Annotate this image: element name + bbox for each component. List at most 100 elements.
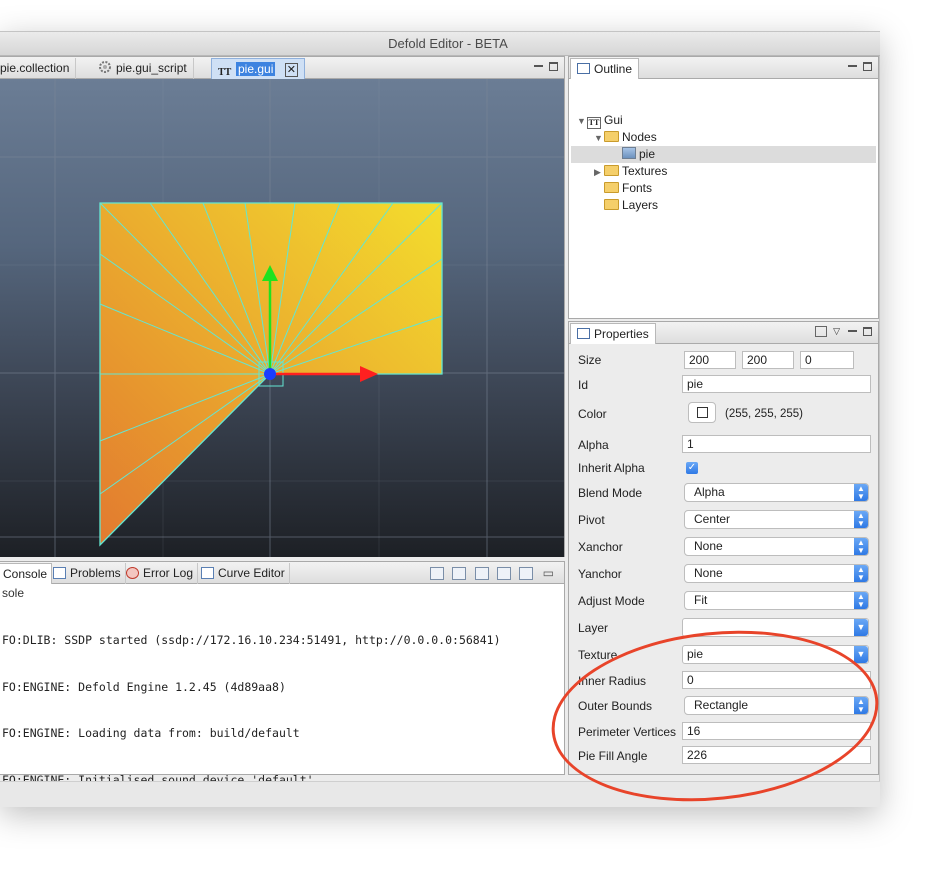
chevron-down-icon: ▼ [854, 646, 868, 663]
select-value: Fit [694, 593, 708, 607]
open-console-icon[interactable] [519, 567, 534, 581]
size-z-field[interactable]: 0 [800, 351, 854, 369]
console-title: sole [2, 586, 25, 600]
inherit-alpha-checkbox[interactable]: ✓ [686, 462, 698, 474]
maximize-icon[interactable] [863, 326, 872, 336]
expanded-icon[interactable]: ▼ [577, 113, 587, 130]
gear-icon [98, 60, 112, 74]
color-label: Color [578, 407, 607, 421]
updown-icon: ▲ ▼ [854, 511, 868, 528]
id-label: Id [578, 378, 589, 392]
pin-icon[interactable] [815, 325, 828, 337]
properties-window-buttons: ▽ [815, 325, 872, 337]
pivot-label: Pivot [578, 513, 605, 527]
minimize-icon[interactable] [848, 330, 857, 333]
minimize-icon[interactable] [848, 65, 857, 68]
inner-radius-label: Inner Radius [578, 674, 647, 688]
perimeter-vertices-field[interactable]: 16 [682, 722, 871, 740]
yanchor-label: Yanchor [578, 567, 622, 581]
title-bar: Defold Editor - BETA [0, 32, 880, 56]
texture-combo[interactable]: pie ▼ [682, 645, 869, 664]
select-value: Center [694, 512, 731, 526]
select-value: None [694, 539, 723, 553]
perimeter-vertices-label: Perimeter Vertices [578, 725, 677, 739]
tab-pie-collection[interactable]: pie.collection [0, 58, 77, 79]
expanded-icon[interactable]: ▼ [594, 130, 604, 147]
id-field[interactable]: pie [682, 375, 871, 393]
pivot-select[interactable]: Center ▲ ▼ [684, 510, 869, 529]
tab-problems[interactable]: Problems [49, 563, 126, 584]
updown-icon: ▲ ▼ [854, 565, 868, 582]
adjust-mode-label: Adjust Mode [578, 594, 645, 608]
console-toolbar: ▭ [425, 566, 554, 581]
adjust-mode-select[interactable]: Fit ▲ ▼ [684, 591, 869, 610]
tab-console[interactable]: Console [0, 563, 53, 584]
tree-item-gui[interactable]: ▼ TT Gui [577, 112, 623, 129]
pin-console-icon[interactable] [474, 567, 489, 581]
pivot-handle[interactable] [264, 368, 276, 380]
updown-icon: ▲ ▼ [854, 697, 868, 714]
view-menu-icon[interactable]: ▽ [833, 326, 844, 336]
tab-properties[interactable]: Properties [570, 323, 656, 344]
tab-label: Properties [594, 327, 649, 341]
xanchor-select[interactable]: None ▲ ▼ [684, 537, 869, 556]
layer-label: Layer [578, 621, 609, 635]
clear-console-icon[interactable] [429, 567, 444, 581]
tab-label: pie.gui_script [116, 61, 187, 75]
size-x-field[interactable]: 200 [684, 351, 736, 369]
tree-item-label: Fonts [622, 181, 653, 195]
tree-item-label: Textures [622, 164, 668, 178]
maximize-icon[interactable] [549, 61, 558, 71]
size-y-field[interactable]: 200 [742, 351, 794, 369]
editor-window-buttons [534, 60, 558, 72]
tab-label: Problems [70, 566, 121, 580]
tab-outline[interactable]: Outline [570, 58, 640, 79]
window-title: Defold Editor - BETA [388, 36, 508, 51]
layer-combo[interactable]: ▼ [682, 618, 869, 637]
xanchor-label: Xanchor [578, 540, 623, 554]
size-label: Size [578, 353, 602, 367]
tab-pie-gui-script[interactable]: pie.gui_script [92, 58, 194, 79]
updown-icon: ▲ ▼ [854, 484, 868, 501]
chevron-down-icon: ▼ [854, 619, 868, 636]
color-swatch [697, 407, 708, 418]
tab-label: pie.collection [0, 61, 70, 75]
tree-item-textures[interactable]: ▶ Textures [594, 163, 667, 180]
color-button[interactable] [688, 402, 716, 423]
pie-fill-angle-label: Pie Fill Angle [578, 749, 648, 763]
scroll-lock-icon[interactable] [452, 567, 467, 581]
minimize-icon[interactable]: ▭ [543, 566, 554, 580]
folder-icon [604, 131, 619, 142]
outline-window-buttons [848, 60, 872, 72]
tree-item-label: Nodes [622, 130, 657, 144]
pie-fill-angle-field[interactable]: 226 [682, 746, 871, 764]
alpha-field[interactable]: 1 [682, 435, 871, 453]
properties-pane: Properties ▽ Size 200 200 0 Id pie Color… [568, 321, 879, 775]
maximize-icon[interactable] [863, 61, 872, 71]
tab-label: Console [3, 567, 48, 581]
tree-item-nodes[interactable]: ▼ Nodes [594, 129, 657, 146]
tree-item-pie[interactable]: pie [622, 146, 655, 163]
tree-item-label: pie [639, 147, 656, 161]
image-node-icon [622, 147, 636, 159]
tree-item-label: Layers [622, 198, 659, 212]
tab-error-log[interactable]: Error Log [122, 563, 199, 584]
blend-mode-select[interactable]: Alpha ▲ ▼ [684, 483, 869, 502]
status-bar [0, 781, 880, 807]
scene-canvas[interactable] [0, 79, 564, 557]
tree-item-fonts[interactable]: Fonts [604, 180, 652, 197]
folder-icon [604, 182, 619, 193]
inner-radius-field[interactable]: 0 [682, 671, 871, 689]
error-log-icon [126, 567, 139, 579]
outline-pane: Outline ▼ TT Gui ▼ Nodes pie ▶ Textures Font… [568, 56, 879, 319]
collapsed-icon[interactable]: ▶ [594, 164, 604, 181]
updown-icon: ▲ ▼ [854, 592, 868, 609]
tree-item-layers[interactable]: Layers [604, 197, 658, 214]
yanchor-select[interactable]: None ▲ ▼ [684, 564, 869, 583]
display-console-icon[interactable] [496, 567, 511, 581]
tab-pie-gui[interactable]: TT pie.gui ✕ [211, 58, 305, 79]
tab-curve-editor[interactable]: Curve Editor [197, 563, 290, 584]
outer-bounds-select[interactable]: Rectangle ▲ ▼ [684, 696, 869, 715]
close-icon[interactable]: ✕ [284, 63, 298, 77]
minimize-icon[interactable] [534, 65, 543, 68]
